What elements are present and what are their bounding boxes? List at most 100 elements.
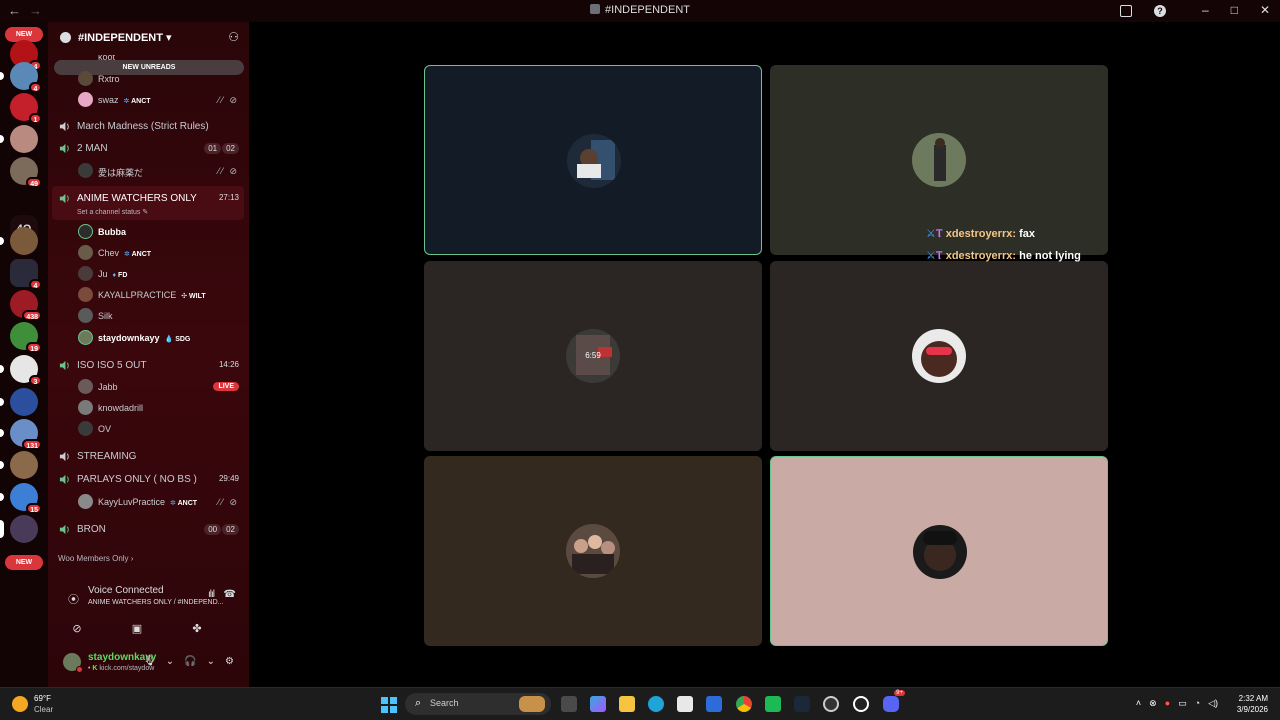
- close-icon[interactable]: ✕: [1260, 3, 1270, 17]
- unread-pip: [0, 493, 4, 501]
- voice-user-staydownkayy[interactable]: staydownkayy 💧 SDG: [48, 330, 249, 345]
- unread-pip: [0, 135, 4, 143]
- server-icon-9[interactable]: 19: [10, 322, 42, 353]
- voice-location[interactable]: ANIME WATCHERS ONLY / #INDEPEND...: [88, 599, 224, 606]
- microphone-icon[interactable]: ●: [1165, 698, 1170, 709]
- voice-channel-march-madness[interactable]: March Madness (Strict Rules): [48, 121, 249, 133]
- server-icon-14[interactable]: 15: [0, 483, 42, 514]
- voice-user-rxtro[interactable]: Rxtro: [48, 71, 249, 86]
- gear-icon[interactable]: ⚙: [225, 656, 234, 667]
- server-icon-12[interactable]: 131: [0, 419, 42, 450]
- voice-user-ju[interactable]: Ju ♦ FD: [48, 266, 249, 281]
- signal-icon: ⦿: [68, 594, 79, 606]
- unread-pip: [0, 429, 4, 437]
- voice-channel-parlays[interactable]: PARLAYS ONLY ( NO BS ) 29:49: [48, 474, 249, 486]
- server-icon-13[interactable]: [0, 451, 38, 479]
- chevron-down-icon[interactable]: ⌄: [207, 656, 215, 667]
- chrome-icon[interactable]: [736, 696, 752, 712]
- server-icon-7[interactable]: 4: [10, 259, 42, 290]
- camera-off-icon[interactable]: ⊘: [62, 619, 92, 637]
- chevron-down-icon[interactable]: ⌄: [166, 656, 174, 667]
- file-explorer-icon[interactable]: [619, 696, 635, 712]
- screen-share-icon[interactable]: ▣: [122, 619, 152, 637]
- video-tile-3[interactable]: 6:59: [424, 261, 762, 451]
- muted-deafened-icons: ⁄⁄ ⊘: [217, 497, 239, 507]
- avatar-image-icon: [921, 341, 957, 377]
- microphone-icon[interactable]: 🎙: [143, 656, 156, 667]
- voice-user-kayallpractice[interactable]: KAYALLPRACTICE ✣ WILT: [48, 287, 249, 302]
- voice-user-silk[interactable]: Silk: [48, 308, 249, 323]
- task-view-icon[interactable]: [561, 696, 577, 712]
- voice-user-aihamayaku[interactable]: 愛は麻薬だ ⁄⁄ ⊘: [48, 163, 249, 178]
- server-icon-8[interactable]: 438: [10, 290, 42, 321]
- voice-channel-bron[interactable]: BRON 00 02: [48, 524, 249, 536]
- inbox-icon[interactable]: [1120, 5, 1132, 17]
- server-header[interactable]: #INDEPENDENT ▾ ⚇: [48, 22, 249, 54]
- display-icon[interactable]: ▭: [1178, 698, 1187, 709]
- video-tile-6[interactable]: [770, 456, 1108, 646]
- discord-icon[interactable]: 9+: [883, 690, 905, 712]
- avatar: [78, 163, 93, 178]
- server-icon-3[interactable]: 1: [10, 93, 42, 124]
- voice-user-jabb[interactable]: Jabb LIVE: [48, 379, 249, 394]
- invite-people-icon[interactable]: ⚇: [228, 30, 239, 44]
- server-icon-11[interactable]: [0, 388, 38, 416]
- voice-user-swaz[interactable]: swaz ✲ ANCT ⁄⁄ ⊘: [48, 92, 249, 107]
- server-icon-15[interactable]: [0, 515, 38, 543]
- voice-user-chev[interactable]: Chev ✲ ANCT: [48, 245, 249, 260]
- badge-icon: Ⲧ: [935, 250, 943, 262]
- edge-icon[interactable]: [648, 696, 664, 712]
- activities-icon[interactable]: ✤: [182, 619, 212, 637]
- voice-user-kayyluvpractice[interactable]: KayyLuvPractice ✲ ANCT ⁄⁄ ⊘: [48, 494, 249, 509]
- new-pill-bottom[interactable]: NEW: [5, 555, 43, 570]
- app-icon[interactable]: [823, 696, 839, 712]
- voice-channel-iso[interactable]: ISO ISO 5 OUT 14:26: [48, 360, 249, 372]
- server-icon-5[interactable]: 49: [10, 157, 42, 188]
- badge-icon: Ⲧ: [935, 228, 943, 240]
- avatar: [78, 421, 93, 436]
- volume-icon[interactable]: ◁): [1208, 698, 1218, 709]
- voice-user-ov[interactable]: OV: [48, 421, 249, 436]
- server-icon-10[interactable]: 3: [0, 355, 42, 386]
- voice-channel-streaming[interactable]: STREAMING: [48, 451, 249, 463]
- steam-icon[interactable]: [794, 696, 810, 712]
- channel-timer: 27:13: [218, 193, 239, 202]
- greenapp-icon[interactable]: [765, 696, 781, 712]
- avatar-image-icon: [577, 140, 615, 180]
- voice-channel-2-man[interactable]: 2 MAN 01 02: [48, 143, 249, 155]
- obs-icon[interactable]: [853, 696, 869, 712]
- speaker-icon: [59, 143, 69, 154]
- network-off-icon[interactable]: ⊗: [1149, 698, 1157, 709]
- disconnect-icon[interactable]: ☎: [224, 589, 236, 600]
- chevron-up-icon[interactable]: ˄: [1136, 698, 1141, 709]
- channel-status[interactable]: Set a channel status ✎: [77, 208, 148, 216]
- participant-avatar: 6:59: [566, 329, 620, 383]
- video-tile-5[interactable]: [424, 456, 762, 646]
- m365-icon[interactable]: [590, 696, 606, 712]
- taskbar-clock[interactable]: 2:32 AM 3/9/2026: [1237, 693, 1268, 715]
- mail-icon[interactable]: [706, 696, 722, 712]
- server-icon-6[interactable]: [0, 227, 38, 255]
- voice-channel-anime-watchers[interactable]: ANIME WATCHERS ONLY 27:13: [48, 193, 249, 205]
- taskbar-search[interactable]: ⌕ Search: [405, 693, 551, 715]
- unread-pip: [0, 398, 4, 406]
- video-tile-4[interactable]: [770, 261, 1108, 451]
- headphones-icon[interactable]: 🎧: [184, 656, 196, 667]
- wifi-icon[interactable]: ◔: [1195, 698, 1200, 709]
- noise-suppression-icon[interactable]: ılıl: [208, 589, 215, 600]
- help-icon[interactable]: ?: [1154, 5, 1166, 17]
- server-icon-4[interactable]: [0, 125, 38, 153]
- voice-user-bubba[interactable]: Bubba: [48, 224, 249, 239]
- start-button[interactable]: [381, 697, 397, 713]
- avatar: [78, 245, 93, 260]
- server-icon-2[interactable]: 4: [0, 62, 42, 93]
- minimize-icon[interactable]: –: [1202, 3, 1209, 17]
- video-tile-1[interactable]: [424, 65, 762, 255]
- members-only-link[interactable]: Woo Members Only ›: [58, 554, 133, 563]
- server-guide-icon: [60, 32, 71, 43]
- speaker-icon: [59, 193, 69, 204]
- chat-overlay-message: ⚔Ⲧ xdestroyerrx: he not lying: [926, 250, 1081, 262]
- store-icon[interactable]: [677, 696, 693, 712]
- maximize-icon[interactable]: □: [1231, 3, 1238, 17]
- voice-user-knowdadrill[interactable]: knowdadrill: [48, 400, 249, 415]
